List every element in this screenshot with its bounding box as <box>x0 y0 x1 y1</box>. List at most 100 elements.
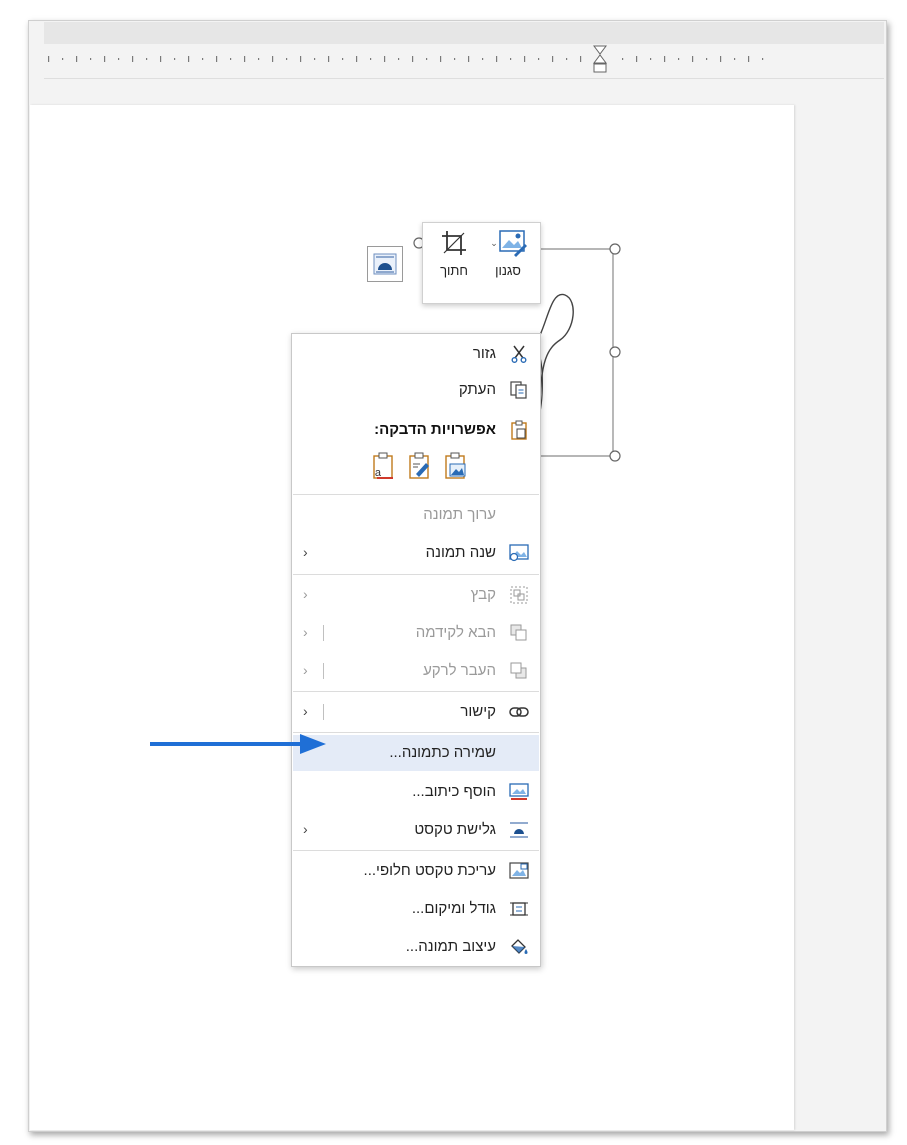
ruler-tick <box>762 58 764 60</box>
picture-style-icon <box>499 230 527 257</box>
crop-button[interactable]: חתוך <box>428 229 480 299</box>
paste-picture-icon[interactable] <box>444 452 468 484</box>
group-icon <box>509 585 529 605</box>
ruler-tick <box>216 56 218 62</box>
ruler-tick <box>258 58 260 60</box>
bring-to-front-icon <box>509 623 529 643</box>
ruler-tick <box>748 56 750 62</box>
menu-item-edit-alt-text[interactable]: עריכת טקסט חלופי... <box>293 853 539 889</box>
menu-item-group: קבץ ‹ <box>293 577 539 613</box>
paint-bucket-icon <box>509 937 529 957</box>
menu-item-bring-to-front-label: הבא לקידמה <box>415 624 496 641</box>
menu-item-edit-picture-label: ערוך תמונה <box>423 506 496 523</box>
menu-item-send-to-back-label: העבר לרקע <box>423 662 496 679</box>
menu-item-change-picture-label: שנה תמונה <box>425 544 496 561</box>
ruler-tick <box>454 58 456 60</box>
ruler-tick <box>300 56 302 62</box>
menu-item-size-and-position-label: גודל ומיקום... <box>411 900 496 917</box>
ruler-tick <box>706 58 708 60</box>
change-picture-icon <box>509 543 529 563</box>
ruler-tick <box>272 56 274 62</box>
menu-item-change-picture[interactable]: שנה תמונה ‹ <box>293 535 539 571</box>
ruler-tick <box>118 58 120 60</box>
submenu-arrow-icon: ‹ <box>303 703 308 719</box>
layout-options-button[interactable] <box>367 246 403 282</box>
clipboard-icon <box>509 420 529 440</box>
split-divider <box>323 663 324 679</box>
split-divider <box>323 625 324 641</box>
ruler-tick <box>104 56 106 62</box>
paste-keep-text-only-icon[interactable]: a <box>372 452 396 484</box>
ruler-tick <box>132 56 134 62</box>
insert-caption-icon <box>509 782 529 802</box>
mini-toolbar: ⌄ סגנון חתוך <box>422 222 541 304</box>
style-label: סגנון <box>495 263 521 278</box>
menu-item-paste-options-label: אפשרויות הדבקה: <box>374 421 496 438</box>
layout-options-icon <box>373 253 397 275</box>
ruler-tick <box>160 56 162 62</box>
ruler-tick <box>188 56 190 62</box>
crop-label: חתוך <box>440 263 468 278</box>
ruler-tick <box>202 58 204 60</box>
submenu-arrow-icon: ‹ <box>303 821 308 837</box>
link-icon <box>509 702 529 722</box>
menu-item-copy-label: העתק <box>458 381 496 398</box>
menu-item-format-picture-label: עיצוב תמונה... <box>405 938 496 955</box>
ruler-tick <box>692 56 694 62</box>
menu-separator <box>293 850 539 851</box>
menu-item-save-as-picture-label: שמירה כתמונה... <box>389 744 496 761</box>
ruler-tick <box>76 56 78 62</box>
alt-text-icon <box>509 861 529 881</box>
menu-separator <box>293 494 539 495</box>
ruler-tick <box>230 58 232 60</box>
style-button[interactable]: ⌄ סגנון <box>482 229 534 299</box>
copy-icon <box>509 380 529 400</box>
ruler-tick <box>426 58 428 60</box>
ruler-tick <box>664 56 666 62</box>
ruler-tick <box>244 56 246 62</box>
ruler-tick <box>370 58 372 60</box>
ruler-tick <box>62 58 64 60</box>
menu-item-cut-label: גזור <box>472 345 496 362</box>
submenu-arrow-icon: ‹ <box>303 586 308 602</box>
context-menu: גזור העתק אפשרויות הדבקה: a ערוך תמונה ש… <box>291 333 541 967</box>
menu-item-send-to-back: העבר לרקע ‹ <box>293 653 539 689</box>
paste-merge-format-icon[interactable] <box>408 452 432 484</box>
menu-separator <box>293 691 539 692</box>
paste-icons-row: a <box>372 452 492 484</box>
ruler-tick <box>650 58 652 60</box>
submenu-arrow-icon: ‹ <box>303 544 308 560</box>
ruler-tick <box>622 58 624 60</box>
ruler-tick <box>580 56 582 62</box>
wrap-text-icon <box>509 820 529 840</box>
ruler-tick <box>482 58 484 60</box>
ruler-tick <box>566 58 568 60</box>
ruler-tick <box>90 58 92 60</box>
menu-item-copy[interactable]: העתק <box>293 372 539 408</box>
ruler-tick <box>384 56 386 62</box>
ruler-tick <box>356 56 358 62</box>
menu-item-wrap-text[interactable]: גלישת טקסט ‹ <box>293 812 539 848</box>
ruler-tick <box>328 56 330 62</box>
menu-item-cut[interactable]: גזור <box>293 336 539 372</box>
menu-item-insert-caption[interactable]: הוסף כיתוב... <box>293 774 539 810</box>
split-divider <box>323 704 324 720</box>
crop-icon <box>442 231 466 255</box>
ruler-tick <box>552 56 554 62</box>
menu-separator <box>293 574 539 575</box>
ruler-tick <box>48 56 50 62</box>
ruler-tick <box>342 58 344 60</box>
menu-item-link-label: קישור <box>460 703 496 720</box>
menu-item-link[interactable]: קישור ‹ <box>293 694 539 730</box>
menu-item-edit-alt-text-label: עריכת טקסט חלופי... <box>363 862 496 879</box>
menu-item-bring-to-front: הבא לקידמה ‹ <box>293 615 539 651</box>
submenu-arrow-icon: ‹ <box>303 662 308 678</box>
horizontal-ruler[interactable] <box>44 44 884 79</box>
send-to-back-icon <box>509 661 529 681</box>
indent-marker <box>593 45 607 73</box>
scissors-icon <box>509 344 529 364</box>
menu-item-size-and-position[interactable]: גודל ומיקום... <box>293 891 539 927</box>
ruler-tick <box>678 58 680 60</box>
ruler-tick <box>524 56 526 62</box>
menu-item-format-picture[interactable]: עיצוב תמונה... <box>293 929 539 965</box>
